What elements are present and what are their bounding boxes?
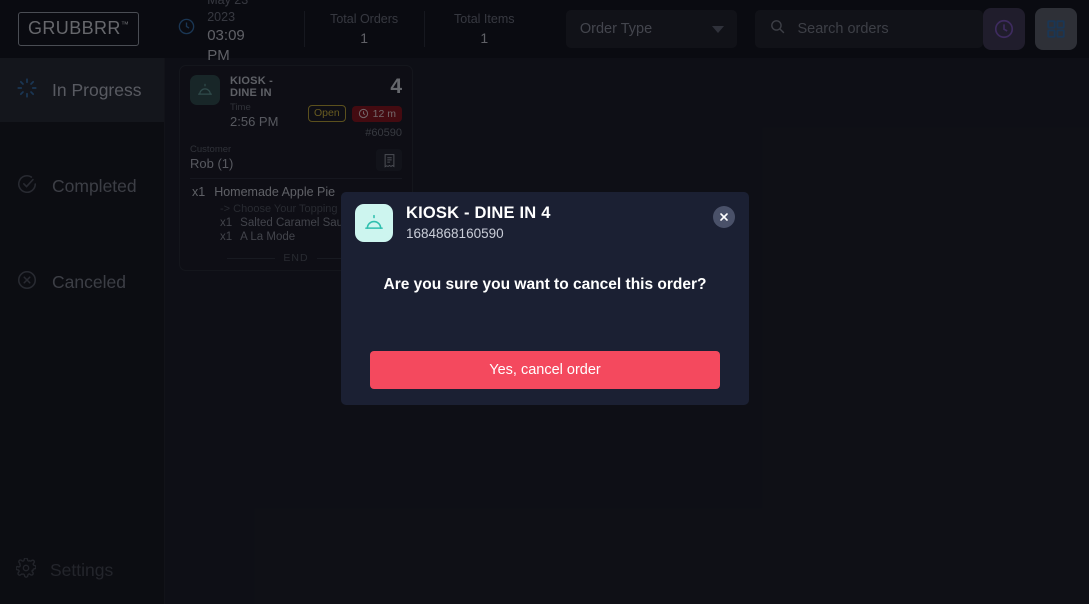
cancel-order-dialog: KIOSK - DINE IN 4 1684868160590 Are you … bbox=[341, 192, 749, 405]
bell-dome-icon bbox=[355, 204, 393, 242]
kds-app: GRUBBRR™ May 23 2023 03:09 PM Total Orde… bbox=[0, 0, 1089, 604]
dialog-subtitle: 1684868160590 bbox=[406, 226, 504, 241]
dialog-question: Are you sure you want to cancel this ord… bbox=[383, 276, 707, 293]
dialog-titles: KIOSK - DINE IN 4 1684868160590 bbox=[406, 204, 713, 241]
dialog-header: KIOSK - DINE IN 4 1684868160590 bbox=[341, 192, 749, 242]
close-icon[interactable] bbox=[713, 206, 735, 228]
dialog-title: KIOSK - DINE IN 4 bbox=[406, 204, 551, 222]
confirm-cancel-order-button[interactable]: Yes, cancel order bbox=[370, 351, 720, 389]
